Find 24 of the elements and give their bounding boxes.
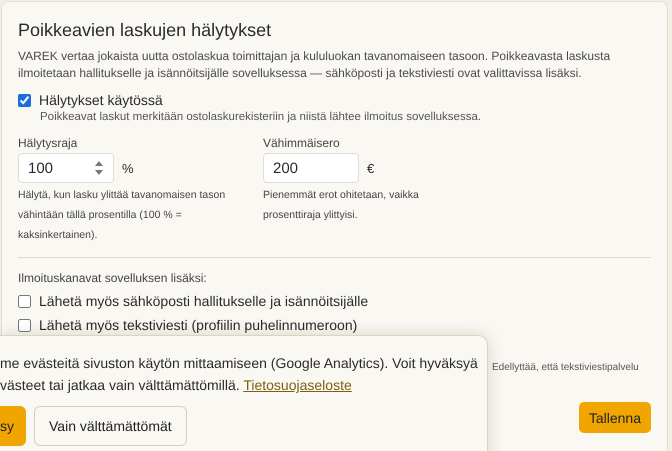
necessary-only-button[interactable]: Vain välttämättömät: [34, 406, 187, 446]
cookie-text: me evästeitä sivuston käytön mittaamiseen (Google Analytics). Voit hyväksyä västeet tai jatkaa vain välttämättömillä. Tietosuojaseloste: [0, 354, 479, 395]
number-field[interactable]: 200: [263, 153, 359, 183]
field-label: Vähimmäisero: [263, 136, 341, 150]
channels-heading: Ilmoituskanavat sovelluksen lisäksi:: [18, 271, 208, 285]
help-text: Pienemmät erot ohitetaan, vaikka prosenttiraja ylittyisi.: [263, 188, 420, 223]
privacy-link[interactable]: Tietosuojaseloste: [243, 377, 352, 393]
checkbox-label: Hälytykset käytössä: [39, 92, 163, 108]
help-text: Hälytä, kun lasku ylittää tavanomaisen tason vähintään tällä prosentilla (100 % = kaksinkertainen).: [18, 188, 226, 243]
unit-label: %: [122, 160, 134, 176]
section-title: Poikkeavien laskujen hälytykset: [18, 19, 272, 41]
channel-checkbox[interactable]: [18, 318, 31, 332]
unit-label: €: [367, 160, 374, 176]
number-field[interactable]: 100: [18, 153, 114, 183]
save-button[interactable]: Tallenna: [578, 402, 651, 433]
checkbox-label: Lähetä myös sähköposti hallitukselle ja isännöitsijälle: [39, 293, 368, 309]
accept-button[interactable]: sy: [0, 406, 26, 446]
checkbox-label: Lähetä myös tekstiviesti (profiilin puhelinnumeroon): [39, 317, 358, 333]
hint-text: Poikkeavat laskut merkitään ostolaskurekisteriin ja niistä lähtee ilmoitus sovelluksessa.: [40, 111, 482, 123]
channel-checkbox[interactable]: [18, 294, 31, 308]
hint-text: Edellyttää, että tekstiviestipalvelu: [492, 362, 639, 373]
alerts-checkbox[interactable]: [18, 94, 31, 106]
description-text: VAREK vertaa jokaista uutta ostolaskua toimittajan ja kululuokan tavanomaiseen tasoon. Poikkeavasta laskusta ilmoitetaan hallitukselle ja isännöitsijälle sovelluksessa — sähköposti ja tekstiviesti ovat valittavissa lisäksi.: [18, 48, 612, 82]
field-label: Hälytysraja: [18, 136, 78, 150]
